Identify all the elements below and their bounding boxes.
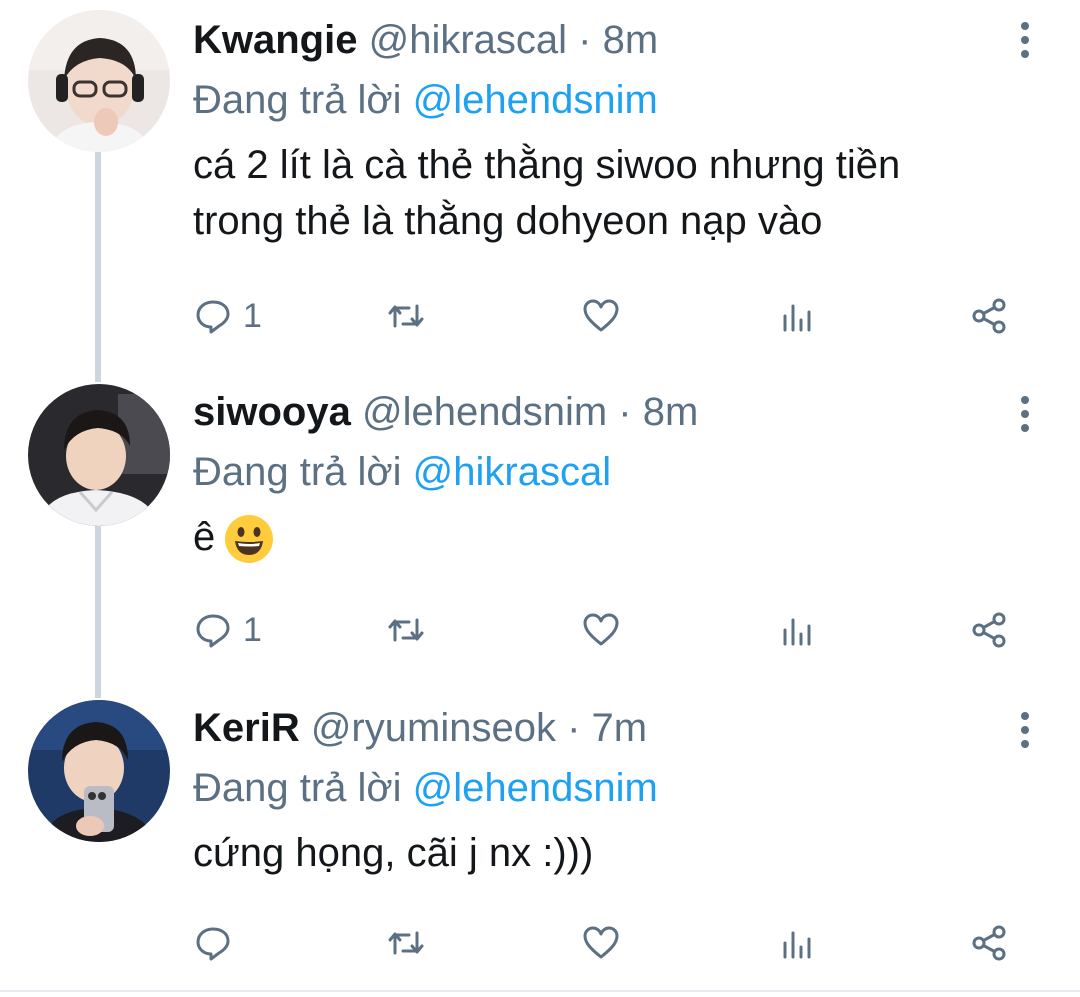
retweet-icon [388, 304, 424, 328]
display-name[interactable]: Kwangie [193, 18, 357, 62]
more-options-icon[interactable] [1018, 22, 1032, 64]
retweet-icon [388, 618, 424, 642]
display-name[interactable]: siwooya [193, 390, 351, 434]
reply-icon [196, 927, 230, 961]
avatar-photo-phone-selfie [28, 700, 170, 842]
tweet[interactable]: Kwangie @hikrascal · 8m Đang trả lời @le… [0, 0, 1080, 370]
analytics-button[interactable] [777, 293, 817, 339]
mention-link[interactable]: @lehendsnim [413, 78, 658, 122]
reply-icon [196, 300, 230, 334]
avatar-photo-glasses-headset [28, 10, 170, 152]
tweet-actions: 1 [193, 607, 1014, 653]
tweet-text: cứng họng, cãi j nx :))) [193, 831, 594, 875]
tweet-actions: 1 [193, 293, 1014, 339]
heart-icon [583, 926, 619, 959]
retweet-button[interactable] [386, 607, 426, 653]
retweet-icon [388, 931, 424, 955]
share-icon [972, 298, 1006, 334]
user-handle[interactable]: @lehendsnim [362, 390, 607, 434]
like-button[interactable] [581, 293, 621, 339]
separator-dot: · [618, 390, 632, 434]
reply-thread: Kwangie @hikrascal · 8m Đang trả lời @le… [0, 0, 1080, 997]
tweet[interactable]: KeriR @ryuminseok · 7m Đang trả lời @leh… [0, 690, 1080, 990]
retweet-button[interactable] [386, 920, 426, 966]
reply-button[interactable] [193, 920, 243, 966]
more-options-icon[interactable] [1018, 712, 1032, 754]
user-handle[interactable]: @ryuminseok [311, 706, 556, 750]
like-button[interactable] [581, 920, 621, 966]
tweet-text: cá 2 lít là cà thẻ thằng siwoo nhưng tiề… [193, 143, 901, 243]
timestamp[interactable]: 7m [592, 706, 648, 750]
tweet-header: KeriR @ryuminseok · 7m [193, 705, 1040, 751]
share-button[interactable] [969, 293, 1009, 339]
tweet-content: KeriR @ryuminseok · 7m Đang trả lời @leh… [193, 705, 1040, 881]
more-options-icon[interactable] [1018, 396, 1032, 438]
user-handle[interactable]: @hikrascal [369, 18, 567, 62]
avatar[interactable] [28, 10, 170, 152]
share-icon [972, 612, 1006, 648]
replying-to-line: Đang trả lời @hikrascal [193, 449, 1040, 495]
analytics-button[interactable] [777, 607, 817, 653]
heart-icon [583, 613, 619, 646]
share-icon [972, 925, 1006, 961]
mention-link[interactable]: @lehendsnim [413, 766, 658, 810]
bar-chart-icon [783, 931, 811, 959]
avatar-photo-jacket [28, 384, 170, 526]
reply-icon [196, 614, 230, 648]
tweet-text: ê [193, 515, 216, 559]
heart-icon [583, 299, 619, 332]
reply-count: 1 [243, 296, 262, 335]
share-button[interactable] [969, 607, 1009, 653]
reply-button[interactable]: 1 [193, 607, 262, 653]
mention-link[interactable]: @hikrascal [413, 450, 611, 494]
replying-to-line: Đang trả lời @lehendsnim [193, 765, 1040, 811]
tweet-header: Kwangie @hikrascal · 8m [193, 17, 1040, 63]
replying-to-label: Đang trả lời [193, 450, 402, 494]
retweet-button[interactable] [386, 293, 426, 339]
avatar[interactable] [28, 700, 170, 842]
tweet-header: siwooya @lehendsnim · 8m [193, 389, 1040, 435]
timestamp[interactable]: 8m [643, 390, 699, 434]
analytics-button[interactable] [777, 920, 817, 966]
tweet-actions [193, 920, 1014, 966]
separator-dot: · [578, 18, 592, 62]
divider [0, 990, 1080, 992]
tweet-content: Kwangie @hikrascal · 8m Đang trả lời @le… [193, 17, 1040, 249]
avatar[interactable] [28, 384, 170, 526]
like-button[interactable] [581, 607, 621, 653]
replying-to-label: Đang trả lời [193, 766, 402, 810]
tweet-content: siwooya @lehendsnim · 8m Đang trả lời @h… [193, 389, 1040, 565]
share-button[interactable] [969, 920, 1009, 966]
bar-chart-icon [783, 618, 811, 646]
replying-to-label: Đang trả lời [193, 78, 402, 122]
grinning-face-emoji-icon [225, 515, 274, 564]
tweet[interactable]: siwooya @lehendsnim · 8m Đang trả lời @h… [0, 370, 1080, 690]
reply-button[interactable]: 1 [193, 293, 262, 339]
reply-count: 1 [243, 610, 262, 649]
timestamp[interactable]: 8m [603, 18, 659, 62]
bar-chart-icon [783, 304, 811, 332]
display-name[interactable]: KeriR [193, 706, 300, 750]
separator-dot: · [567, 706, 581, 750]
tweet-text-line: ê [193, 509, 1040, 565]
replying-to-line: Đang trả lời @lehendsnim [193, 77, 1040, 123]
